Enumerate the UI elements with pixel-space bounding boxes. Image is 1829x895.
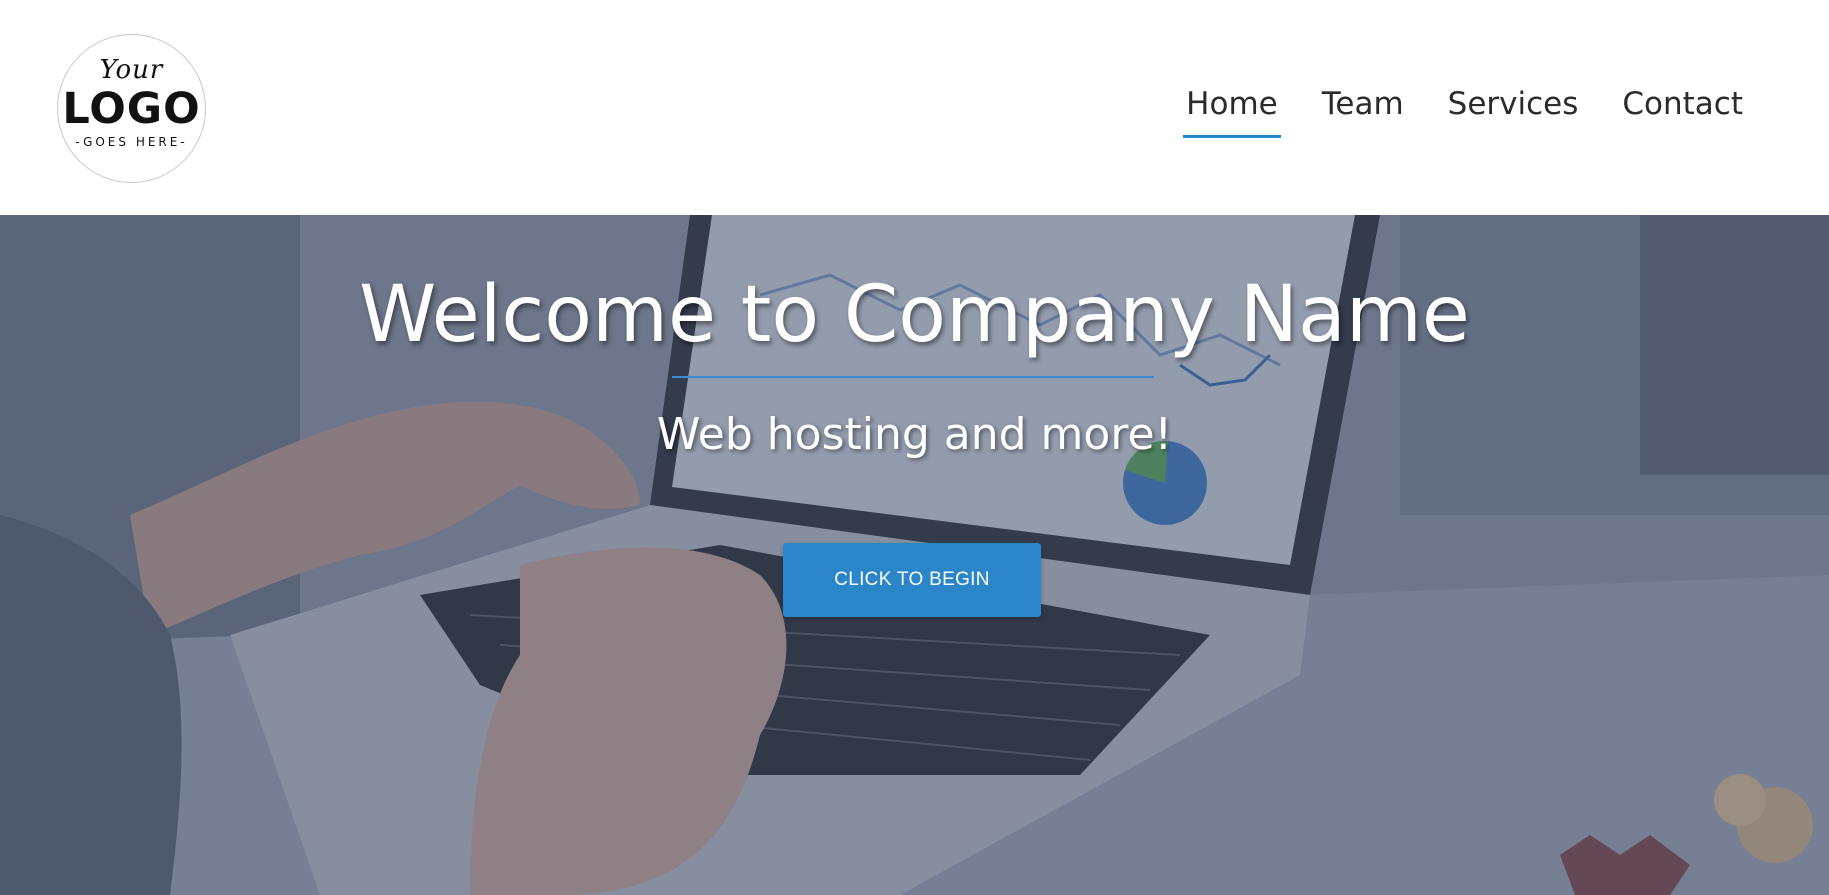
hero-section: Welcome to Company Name Web hosting and … [0,215,1829,895]
nav-item-team[interactable]: Team [1319,84,1407,130]
nav-item-services[interactable]: Services [1445,84,1582,130]
nav-item-contact[interactable]: Contact [1619,84,1746,130]
hero-title: Welcome to Company Name [359,270,1470,360]
main-nav: Home Team Services Contact [1145,84,1746,138]
logo-main-text: LOGO [62,84,201,134]
hero-subtitle: Web hosting and more! [656,409,1173,460]
logo[interactable]: Your LOGO -GOES HERE- [57,34,206,183]
hero-divider [672,376,1154,378]
logo-bottom-text: -GOES HERE- [75,135,188,149]
page: Your LOGO -GOES HERE- Home Team Services… [0,0,1829,895]
nav-item-home[interactable]: Home [1183,84,1281,138]
click-to-begin-button[interactable]: CLICK TO BEGIN [783,543,1041,617]
logo-top-text: Your [99,55,164,85]
site-header: Your LOGO -GOES HERE- Home Team Services… [0,0,1829,215]
